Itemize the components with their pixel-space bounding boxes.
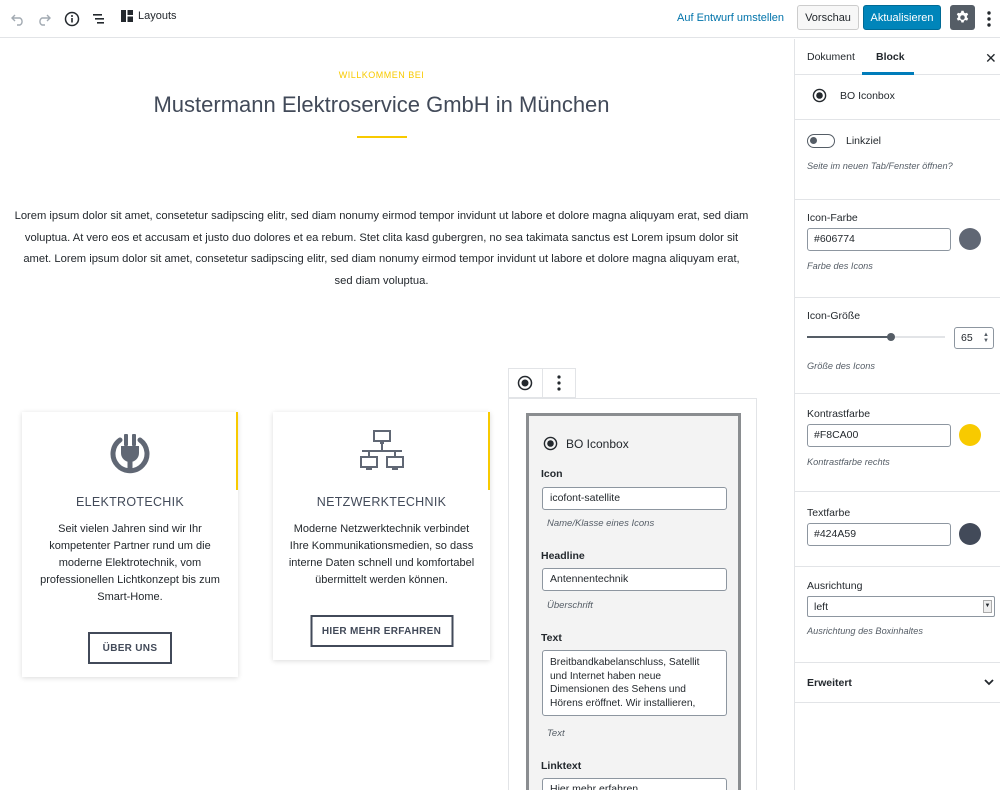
card-title: ELEKTROTECHIK: [75, 495, 185, 509]
icon-class-input[interactable]: icofont-satellite: [542, 487, 727, 510]
block-card: BO Iconbox: [795, 75, 1000, 120]
sidebar-block-name: BO Iconbox: [840, 90, 895, 102]
spinner-arrows-icon[interactable]: ▲ ▼: [983, 332, 989, 344]
headline-field-label: Headline: [541, 550, 585, 562]
icon-color-swatch[interactable]: [959, 228, 981, 250]
block-toolbar: [508, 368, 576, 398]
icon-size-value: 65: [961, 332, 973, 344]
icon-field-label: Icon: [541, 468, 563, 480]
radio-target-icon: [543, 436, 558, 451]
icon-size-panel: Icon-Größe 65 ▲ ▼ Größe des Icons: [795, 298, 1000, 394]
layouts-button[interactable]: Layouts: [121, 10, 177, 22]
block-header: BO Iconbox: [543, 436, 629, 451]
outline-icon[interactable]: [89, 9, 109, 29]
layouts-label: Layouts: [138, 10, 177, 22]
vertical-ellipsis-icon: [557, 375, 561, 391]
layout-grid-icon: [121, 10, 133, 22]
contrast-color-input[interactable]: #F8CA00: [807, 424, 951, 447]
icon-color-panel: Icon-Farbe #606774 Farbe des Icons: [795, 200, 1000, 298]
contrast-color-panel: Kontrastfarbe #F8CA00 Kontrastfarbe rech…: [795, 394, 1000, 492]
intro-paragraph[interactable]: Lorem ipsum dolor sit amet, consetetur s…: [14, 206, 749, 292]
alignment-select[interactable]: left ▼: [807, 596, 995, 617]
card-text: Moderne Netzwerktechnik verbindet Ihre K…: [288, 523, 475, 586]
contrast-color-label: Kontrastfarbe: [807, 408, 871, 420]
contrast-color-help: Kontrastfarbe rechts: [807, 457, 890, 467]
linktext-field-label: Linktext: [541, 760, 582, 772]
tab-block[interactable]: Block: [876, 51, 905, 63]
headline-field-help: Überschrift: [547, 600, 593, 611]
about-us-button[interactable]: ÜBER UNS: [88, 632, 172, 664]
block-name: BO Iconbox: [566, 436, 629, 451]
info-icon[interactable]: [62, 9, 82, 29]
redo-icon[interactable]: [34, 9, 54, 29]
text-field-help: Text: [547, 728, 565, 739]
sidebar-tabs: Dokument Block ✕: [795, 39, 1000, 75]
advanced-label: Erweitert: [807, 677, 852, 689]
card-accent-bar: [236, 412, 238, 490]
icon-size-slider-track[interactable]: [807, 333, 945, 341]
link-target-help: Seite im neuen Tab/Fenster öffnen?: [807, 161, 953, 171]
contrast-color-swatch[interactable]: [959, 424, 981, 446]
radio-target-icon: [812, 88, 827, 103]
card-title: NETZWERKTECHNIK: [316, 495, 447, 509]
icon-size-help: Größe des Icons: [807, 361, 875, 371]
link-target-panel: Linkziel Seite im neuen Tab/Fenster öffn…: [795, 120, 1000, 200]
text-color-label: Textfarbe: [807, 507, 851, 519]
alignment-help: Ausrichtung des Boxinhaltes: [807, 626, 923, 636]
page-title[interactable]: Mustermann Elektroservice GmbH in Münche…: [0, 92, 763, 118]
selected-block[interactable]: BO Iconbox Icon icofont-satellite Name/K…: [508, 398, 757, 790]
iconbox-edit-panel: BO Iconbox Icon icofont-satellite Name/K…: [526, 413, 741, 790]
icon-color-label: Icon-Farbe: [807, 212, 858, 224]
card-accent-bar: [488, 412, 490, 490]
alignment-label: Ausrichtung: [807, 580, 863, 592]
title-divider: [357, 136, 407, 138]
network-icon: [359, 428, 405, 479]
welcome-eyebrow: WILLKOMMEN BEI: [338, 70, 425, 80]
preview-button[interactable]: Vorschau: [797, 5, 859, 30]
update-button[interactable]: Aktualisieren: [863, 5, 941, 30]
text-color-panel: Textfarbe #424A59: [795, 492, 1000, 567]
iconbox-card-netzwerktechnik[interactable]: NETZWERKTECHNIK Moderne Netzwerktechnik …: [273, 412, 490, 660]
link-target-label: Linkziel: [846, 135, 882, 147]
text-field-label: Text: [541, 632, 562, 644]
gear-icon: [956, 10, 969, 23]
chevron-down-icon[interactable]: [984, 679, 994, 686]
icon-size-slider-handle[interactable]: [887, 333, 895, 341]
icon-color-input[interactable]: #606774: [807, 228, 951, 251]
text-color-swatch[interactable]: [959, 523, 981, 545]
alignment-selected-value: left: [814, 601, 829, 613]
learn-more-button[interactable]: HIER MEHR ERFAHREN: [310, 615, 453, 647]
block-type-button[interactable]: [509, 369, 542, 397]
icon-field-help: Name/Klasse eines Icons: [547, 518, 655, 529]
text-color-input[interactable]: #424A59: [807, 523, 951, 546]
icon-color-help: Farbe des Icons: [807, 261, 873, 271]
iconbox-card-elektrotechnik[interactable]: ELEKTROTECHIK Seit vielen Jahren sind wi…: [22, 412, 238, 677]
switch-to-draft-link[interactable]: Auf Entwurf umstellen: [677, 12, 784, 24]
advanced-panel[interactable]: Erweitert: [795, 663, 1000, 703]
card-text: Seit vielen Jahren sind wir Ihr kompeten…: [40, 523, 220, 603]
close-icon[interactable]: ✕: [985, 50, 997, 67]
icon-size-number-input[interactable]: 65 ▲ ▼: [954, 327, 994, 349]
select-arrow-icon[interactable]: ▼: [983, 600, 992, 613]
block-more-options-button[interactable]: [541, 369, 575, 397]
more-options-icon[interactable]: [982, 8, 996, 30]
radio-target-icon: [518, 375, 533, 391]
headline-input[interactable]: Antennentechnik: [542, 568, 727, 591]
link-target-toggle[interactable]: [807, 134, 835, 148]
settings-sidebar: Dokument Block ✕ BO Iconbox Linkziel Sei…: [794, 39, 1000, 790]
alignment-panel: Ausrichtung left ▼ Ausrichtung des Boxin…: [795, 567, 1000, 663]
tab-document[interactable]: Dokument: [807, 51, 855, 63]
text-textarea[interactable]: Breitbandkabelanschluss, Satellit und In…: [542, 650, 727, 716]
linktext-input[interactable]: Hier mehr erfahren: [542, 778, 727, 790]
icon-size-label: Icon-Größe: [807, 310, 861, 322]
undo-icon[interactable]: [8, 9, 28, 29]
editor-toolbar: Layouts Auf Entwurf umstellen Vorschau A…: [0, 0, 1000, 38]
settings-button[interactable]: [950, 5, 975, 30]
plug-icon: [106, 428, 154, 481]
